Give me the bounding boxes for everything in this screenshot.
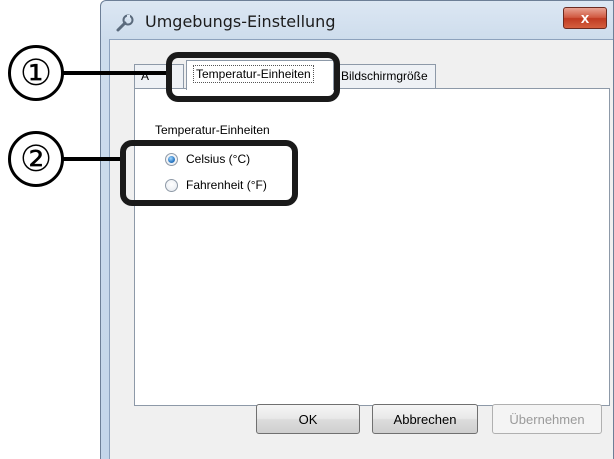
callout-line-2 [62, 157, 124, 161]
dialog-client-area: A Temperatur-Einheiten Bildschirmgröße T… [109, 39, 613, 459]
callout-box-1 [166, 52, 340, 102]
close-button[interactable]: x [563, 7, 607, 29]
callout-box-2 [120, 140, 298, 206]
tab-screen-size[interactable]: Bildschirmgröße [334, 64, 436, 88]
callout-marker-1: ① [8, 45, 64, 101]
window-title: Umgebungs-Einstellung [145, 12, 336, 31]
group-label: Temperatur-Einheiten [155, 123, 270, 137]
close-icon: x [580, 9, 590, 27]
ok-button[interactable]: OK [256, 404, 360, 434]
title-bar[interactable]: Umgebungs-Einstellung x [101, 1, 613, 41]
tab-screen-size-label: Bildschirmgröße [341, 69, 428, 83]
wrench-icon [116, 14, 134, 32]
callout-marker-2: ② [8, 131, 64, 187]
callout-line-1 [62, 71, 168, 75]
tab-panel: Temperatur-Einheiten Celsius (°C) Fahren… [134, 88, 610, 406]
cancel-button[interactable]: Abbrechen [372, 404, 478, 434]
apply-button[interactable]: Übernehmen [492, 404, 602, 434]
